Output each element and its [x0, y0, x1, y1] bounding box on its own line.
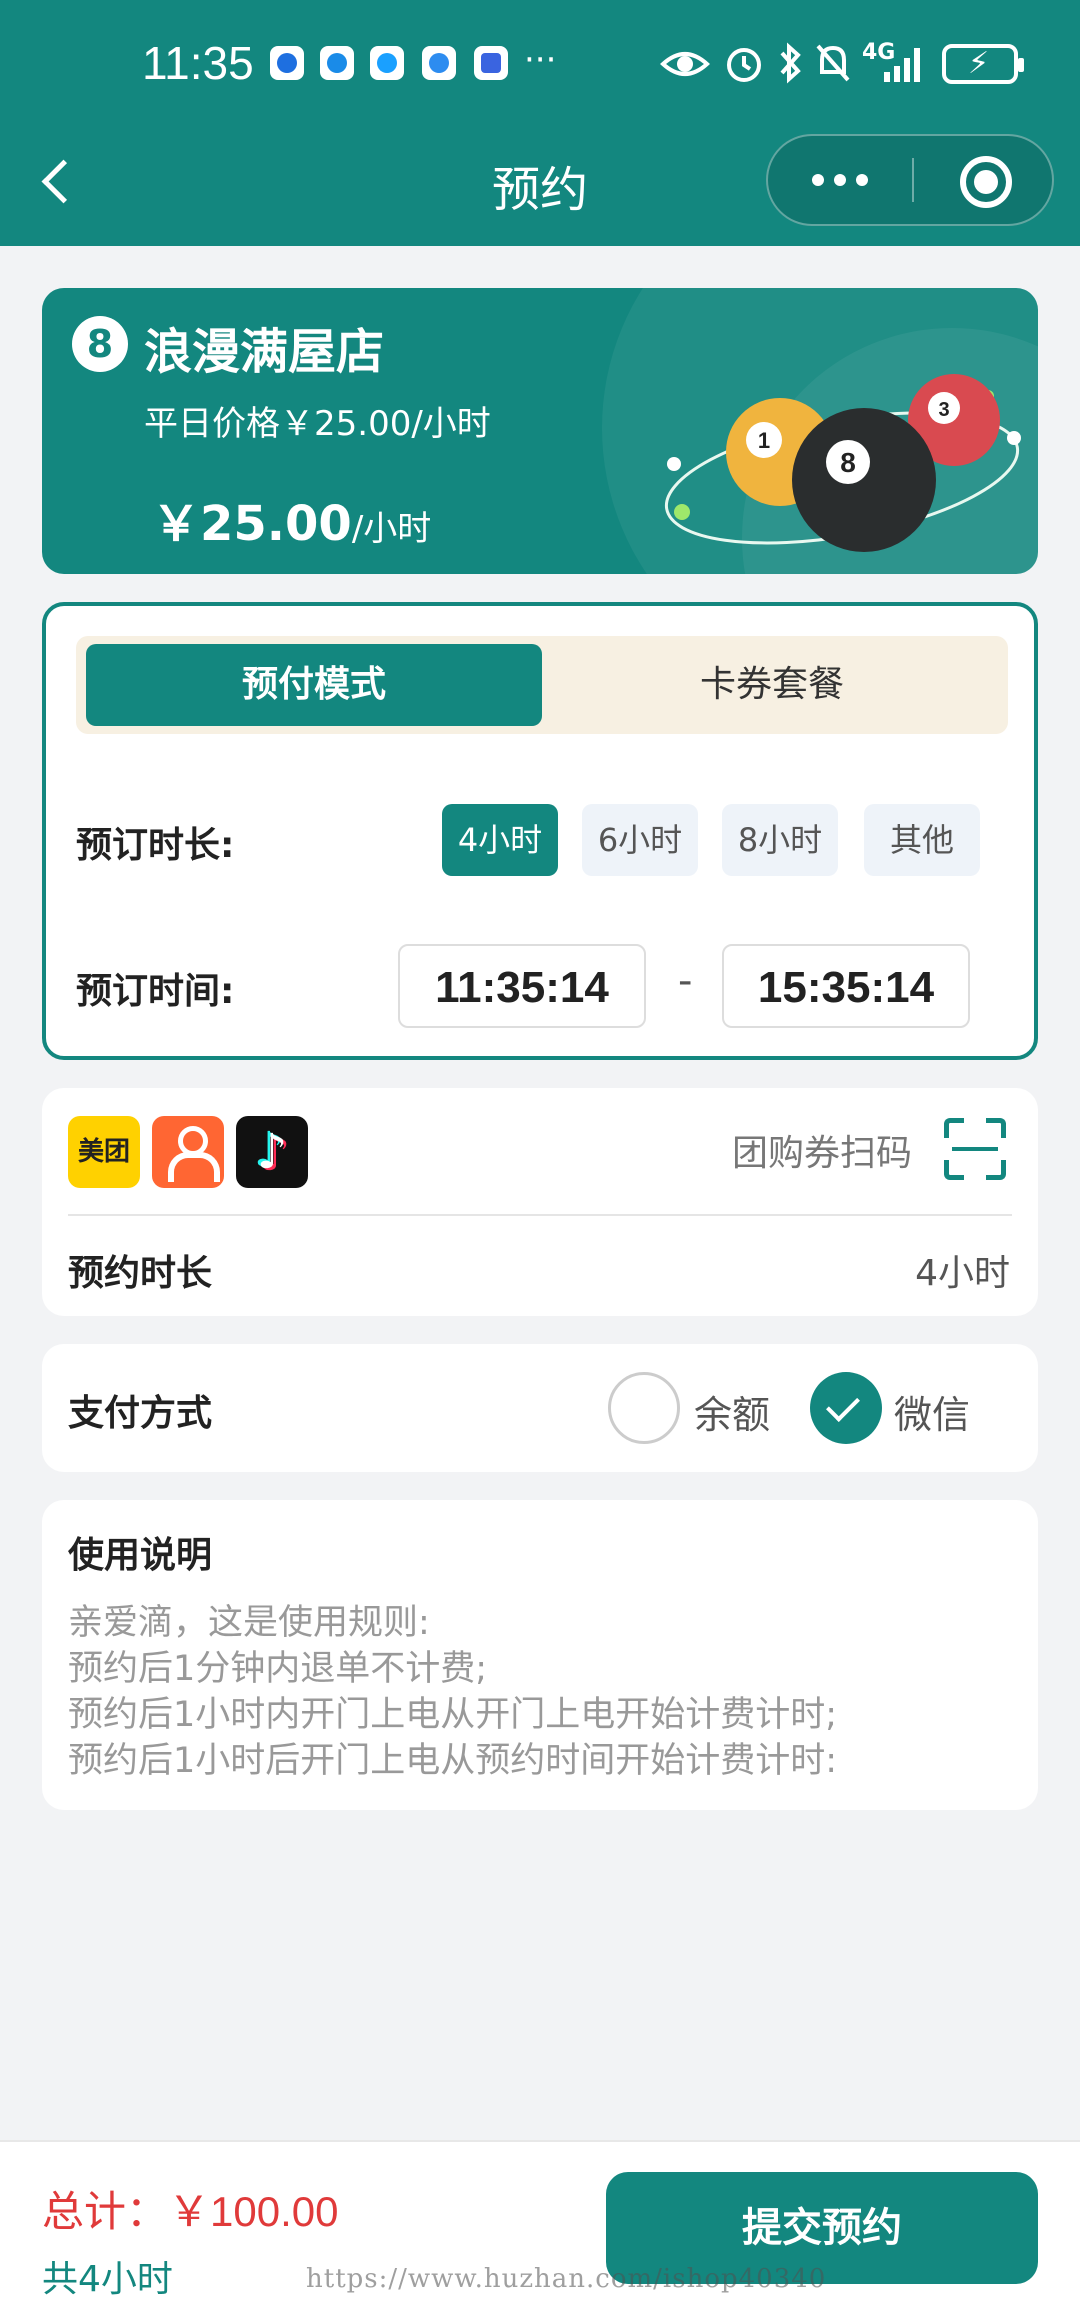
- billiard-logo-icon: 8: [72, 316, 128, 372]
- balance-option-label[interactable]: 余额: [694, 1384, 770, 1439]
- tab-prepay-mode[interactable]: 预付模式: [86, 644, 542, 726]
- instructions-title: 使用说明: [68, 1535, 213, 1576]
- duration-option-6h[interactable]: 6小时: [582, 804, 698, 876]
- booking-duration-summary-value: 4小时: [915, 1253, 1010, 1294]
- bluetooth-icon: [780, 42, 801, 84]
- alarm-icon: [727, 48, 761, 82]
- instructions-card: 使用说明 亲爱滴，这是使用规则: 预约后1分钟内退单不计费; 预约后1小时内开门…: [42, 1500, 1038, 1810]
- scan-icon[interactable]: [944, 1118, 1006, 1180]
- booking-card: 预付模式 卡券套餐 预订时长: 4小时 6小时 8小时 其他 预订时间: 11:…: [42, 602, 1038, 1060]
- balance-radio[interactable]: [608, 1372, 680, 1444]
- booking-time-label: 预订时间:: [76, 971, 235, 1012]
- shield-icon: [320, 46, 354, 80]
- price-amount: ￥25.00: [152, 496, 352, 552]
- store-banner: 8 浪漫满屋店 平日价格￥25.00/小时 ￥25.00/小时 3 1 8: [42, 288, 1038, 574]
- billiard-balls-illustration: 3 1 8: [664, 374, 1021, 552]
- instruction-line: 预约后1小时后开门上电从预约时间开始计费计时:: [68, 1741, 838, 1781]
- duration-option-8h[interactable]: 8小时: [722, 804, 838, 876]
- meituan-icon[interactable]: 美团: [68, 1116, 140, 1188]
- total-price: 总计：￥100.00: [42, 2188, 339, 2235]
- ball-label: 8: [840, 447, 856, 478]
- mute-bell-icon: [816, 44, 850, 82]
- mini-program-capsule: [766, 134, 1054, 226]
- instruction-line: 预约后1分钟内退单不计费;: [68, 1649, 488, 1689]
- store-name: 浪漫满屋店: [144, 324, 385, 380]
- tab-card-package[interactable]: 卡券套餐: [544, 644, 1000, 726]
- ball-icon: [422, 46, 456, 80]
- flag-icon: [270, 46, 304, 80]
- duration-option-4h[interactable]: 4小时: [442, 804, 558, 876]
- ball-label: 1: [758, 428, 770, 453]
- wechat-option-label[interactable]: 微信: [894, 1384, 970, 1439]
- status-more-dots: ···: [524, 40, 557, 80]
- top-bar: 11:35 ··· 4G ⚡ 预约: [0, 0, 1080, 246]
- wechat-radio-checked[interactable]: [810, 1372, 882, 1444]
- booking-duration-summary-label: 预约时长: [68, 1253, 213, 1294]
- divider: [68, 1214, 1012, 1216]
- status-time: 11:35: [142, 37, 254, 89]
- more-dots-button[interactable]: [768, 136, 912, 224]
- signal-icon: [884, 48, 920, 82]
- mode-tabs: 预付模式 卡券套餐: [76, 636, 1008, 734]
- coupon-scan-label[interactable]: 团购券扫码: [732, 1124, 912, 1176]
- payment-card: 支付方式 余额 微信: [42, 1344, 1038, 1472]
- traffic-app-icon: [474, 46, 508, 80]
- eye-icon: [660, 52, 710, 76]
- weekday-price: 平日价格￥25.00/小时: [144, 404, 491, 444]
- charging-battery-icon: ⚡: [942, 44, 1024, 84]
- dianping-icon[interactable]: [152, 1116, 224, 1188]
- end-time-field[interactable]: 15:35:14: [722, 944, 970, 1028]
- ball-label: 3: [938, 399, 949, 421]
- duration-option-other[interactable]: 其他: [864, 804, 980, 876]
- instruction-line: 预约后1小时内开门上电从开门上电开始计费计时;: [68, 1695, 838, 1735]
- duration-label: 预订时长:: [76, 825, 235, 866]
- instructions-body: 亲爱滴，这是使用规则: 预约后1分钟内退单不计费; 预约后1小时内开门上电从开门…: [68, 1600, 837, 1784]
- start-time-field[interactable]: 11:35:14: [398, 944, 646, 1028]
- watermark-text: https://www.huzhan.com/ishop40340: [306, 2264, 827, 2294]
- close-target-button[interactable]: [914, 136, 1054, 224]
- time-separator: -: [678, 958, 693, 1004]
- price-unit: /小时: [351, 509, 432, 549]
- coupon-card: 美团 ♪ 团购券扫码 预约时长 4小时: [42, 1088, 1038, 1316]
- chat-icon: [370, 46, 404, 80]
- payment-method-label: 支付方式: [68, 1393, 213, 1434]
- instruction-line: 亲爱滴，这是使用规则:: [68, 1603, 430, 1643]
- douyin-icon[interactable]: ♪: [236, 1116, 308, 1188]
- hourly-price: ￥25.00/小时: [152, 484, 431, 554]
- total-hours: 共4小时: [42, 2259, 173, 2300]
